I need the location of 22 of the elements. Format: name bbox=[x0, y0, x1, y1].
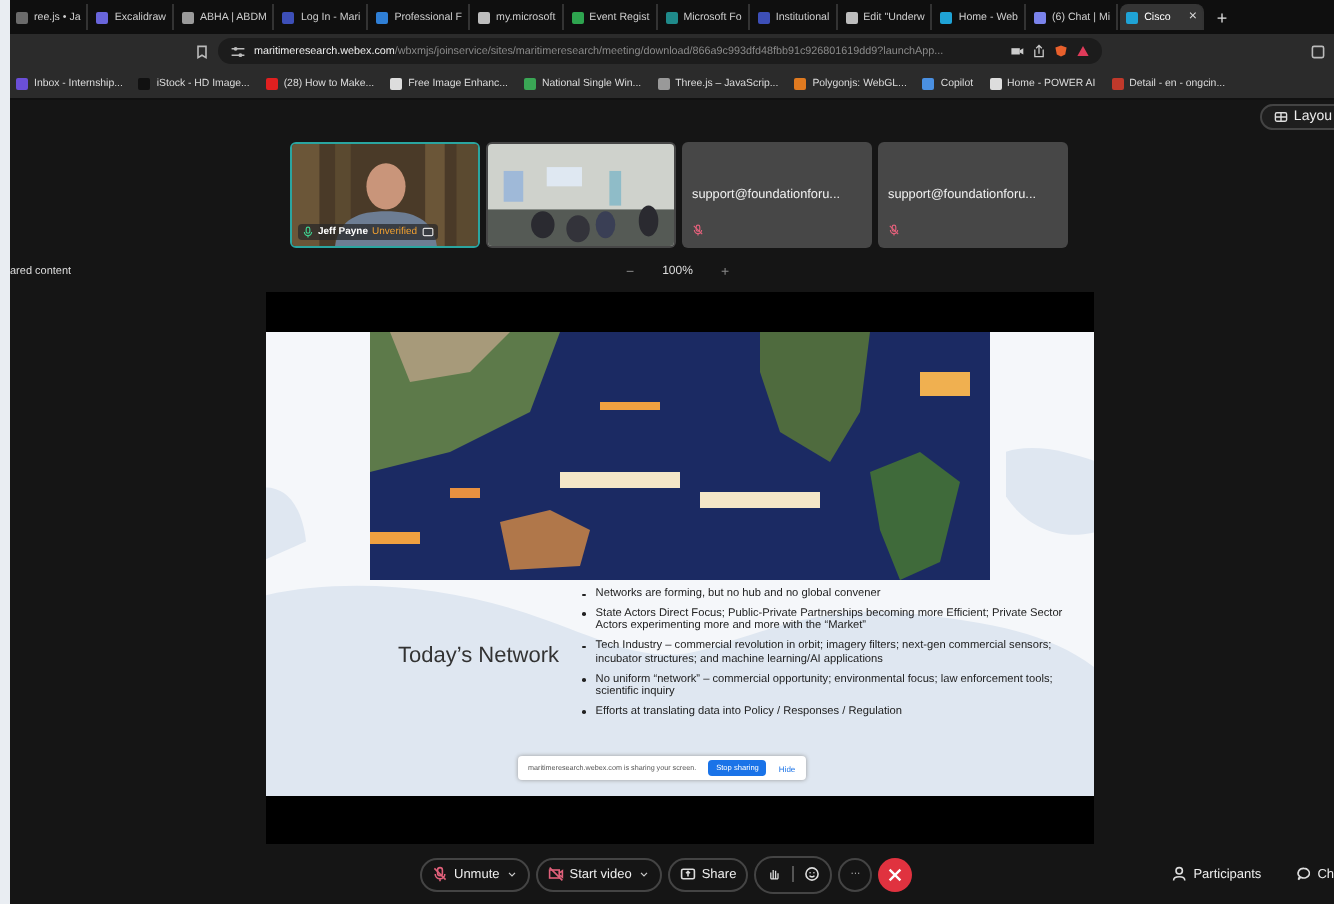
new-tab-button[interactable]: + bbox=[1216, 7, 1228, 27]
bookmark-icon[interactable] bbox=[194, 43, 210, 59]
video-off-icon bbox=[547, 866, 564, 882]
raise-hand-icon[interactable] bbox=[766, 866, 783, 882]
triangle-icon[interactable] bbox=[1076, 44, 1090, 58]
extensions-icon[interactable] bbox=[1310, 43, 1326, 59]
caret-icon bbox=[637, 868, 650, 880]
chat-bubble-icon bbox=[1295, 866, 1312, 882]
person-icon bbox=[1171, 866, 1188, 882]
grid-icon bbox=[1273, 110, 1288, 124]
close-icon bbox=[886, 865, 905, 883]
emoji-icon[interactable] bbox=[804, 866, 821, 882]
site-settings-icon[interactable] bbox=[230, 43, 246, 59]
muted-mic-icon bbox=[432, 866, 448, 882]
screen-share-icon bbox=[679, 866, 696, 882]
camera-icon[interactable] bbox=[1010, 44, 1024, 58]
end-call-button[interactable] bbox=[878, 857, 913, 891]
shield-icon[interactable] bbox=[1054, 44, 1068, 58]
share-icon[interactable] bbox=[1032, 44, 1046, 58]
captions-icon bbox=[421, 226, 434, 238]
slide-title: Today’s Network bbox=[396, 642, 561, 672]
caret-icon bbox=[505, 868, 518, 880]
